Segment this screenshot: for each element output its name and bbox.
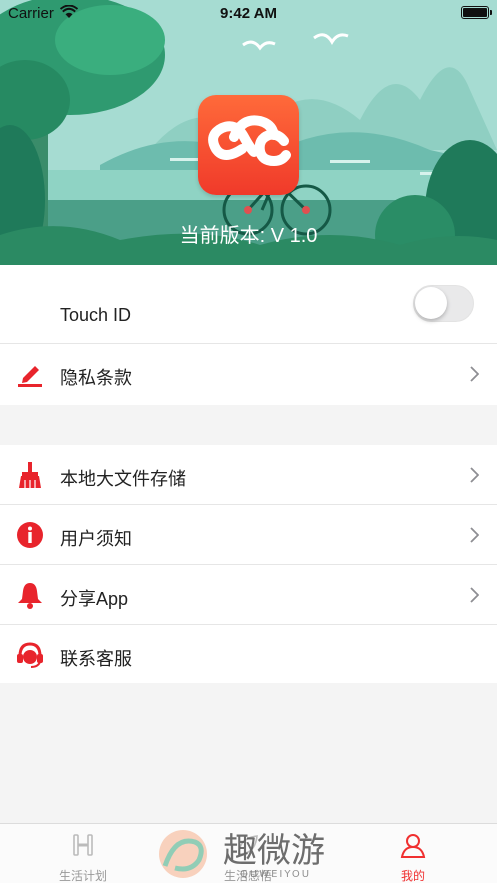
app-logo-icon	[198, 95, 299, 195]
header-banner: Carrier 9:42 AM 当前版本: V 1.0	[0, 0, 497, 265]
privacy-policy-row[interactable]: 隐私条款	[0, 344, 497, 404]
touch-id-label: Touch ID	[60, 305, 132, 325]
toggle-knob	[415, 287, 447, 319]
share-app-label: 分享App	[60, 589, 129, 609]
watermark-logo: 趣微游 QUWEIYOU	[155, 826, 355, 882]
settings-group-general: 本地大文件存储 用户须知 分享App 联系客服	[0, 445, 497, 683]
contact-support-row[interactable]: 联系客服	[0, 625, 497, 685]
watermark-subtext: QUWEIYOU	[240, 869, 311, 880]
version-label: 当前版本: V 1.0	[179, 225, 318, 247]
chevron-right-icon	[470, 587, 479, 603]
bell-icon	[18, 583, 42, 609]
chevron-right-icon	[470, 527, 479, 543]
tab-label: 我的	[400, 869, 425, 883]
dumbbell-icon	[73, 834, 93, 856]
user-notice-row[interactable]: 用户须知	[0, 505, 497, 565]
battery-icon	[461, 6, 492, 19]
tab-label: 生活计划	[58, 869, 107, 883]
status-bar: Carrier 9:42 AM	[0, 0, 497, 26]
info-icon	[17, 522, 43, 548]
touch-id-toggle[interactable]	[413, 285, 474, 322]
local-storage-label: 本地大文件存储	[60, 469, 186, 489]
contact-support-label: 联系客服	[60, 649, 132, 669]
tab-mine[interactable]: 我的	[353, 824, 473, 883]
settings-group-security: Touch ID 隐私条款	[0, 265, 497, 405]
share-app-row[interactable]: 分享App	[0, 565, 497, 625]
person-icon	[400, 834, 426, 858]
privacy-policy-label: 隐私条款	[60, 368, 132, 388]
watermark-text: 趣微游	[223, 831, 325, 871]
touch-id-row: Touch ID	[0, 265, 497, 344]
user-notice-label: 用户须知	[60, 529, 132, 549]
chevron-right-icon	[470, 467, 479, 483]
headset-icon	[17, 642, 43, 668]
tab-life-plan[interactable]: 生活计划	[23, 824, 143, 883]
pen-icon	[18, 366, 42, 387]
broom-icon	[19, 462, 41, 488]
local-storage-row[interactable]: 本地大文件存储	[0, 445, 497, 505]
chevron-right-icon	[470, 366, 479, 382]
status-time: 9:42 AM	[220, 5, 277, 22]
